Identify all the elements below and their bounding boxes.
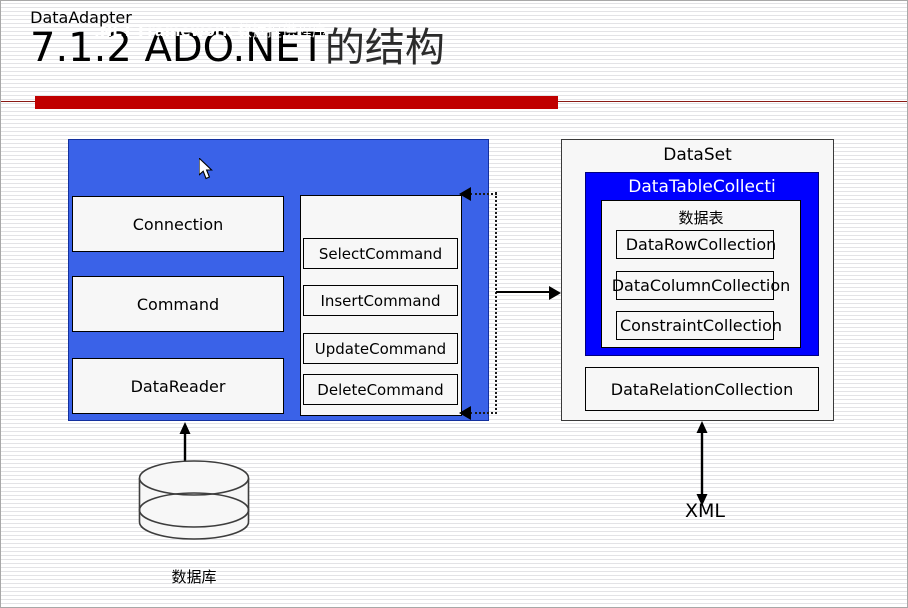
database-cylinder-icon (138, 460, 250, 540)
connector-solid-to-dataset (496, 291, 551, 293)
box-updatecommand[interactable]: UpdateCommand (303, 333, 458, 364)
arrow-left-top-icon (459, 187, 471, 201)
connector-vertical-dotted (495, 192, 497, 414)
slide-canvas: 7.1.2 ADO.NET的结构 .NET Framework 数据提供程序 C… (0, 0, 908, 608)
box-selectcommand[interactable]: SelectCommand (303, 238, 458, 269)
dataadapter-title: DataAdapter (30, 8, 132, 27)
double-arrow-xml-icon (696, 421, 708, 506)
database-label: 数据库 (171, 568, 217, 586)
box-datareader[interactable]: DataReader (72, 358, 284, 414)
datatablecollection-title: DataTableCollecti (628, 177, 776, 197)
box-deletecommand[interactable]: DeleteCommand (303, 374, 458, 405)
arrow-right-icon (549, 286, 561, 300)
box-datarelationcollection[interactable]: DataRelationCollection (585, 367, 819, 411)
box-command[interactable]: Command (72, 276, 284, 332)
datatable-title: 数据表 (678, 209, 724, 227)
dotnet-provider-header-cn: 数据提供程序 (232, 22, 327, 40)
title-accent-bar (35, 96, 558, 109)
dataset-title: DataSet (663, 145, 732, 165)
datarowcollection-label: DataRowCollection (625, 235, 777, 254)
box-insertcommand[interactable]: InsertCommand (303, 285, 458, 316)
datacolumncollection-label: DataColumnCollection (611, 276, 791, 295)
arrow-left-bottom-icon (459, 406, 471, 420)
constraintcollection-label: ConstraintCollection (619, 316, 783, 335)
xml-label: XML (685, 500, 725, 522)
connector-top-dotted (470, 193, 497, 195)
box-connection[interactable]: Connection (72, 196, 284, 252)
connector-bottom-dotted (470, 412, 497, 414)
